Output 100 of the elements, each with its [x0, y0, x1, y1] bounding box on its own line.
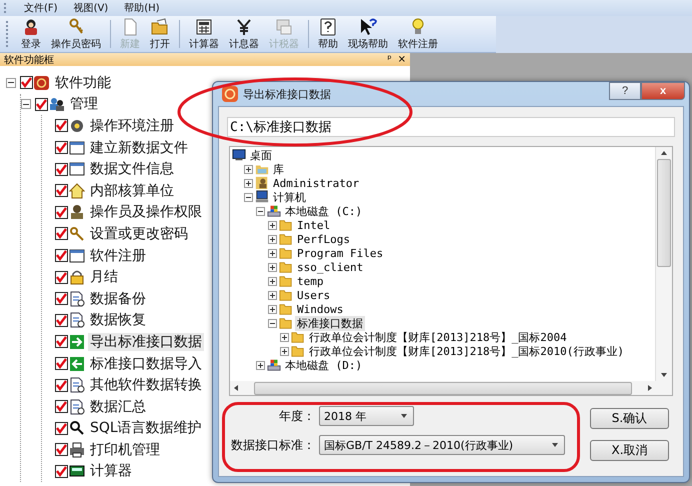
checkbox[interactable] [55, 292, 68, 306]
tree-item[interactable]: 标准接口数据导入 [88, 354, 204, 373]
checkbox[interactable] [55, 206, 68, 219]
folder-tree-item[interactable]: Administrator [271, 176, 362, 190]
help-button[interactable]: ? [609, 82, 641, 100]
folder-tree-item[interactable]: Program Files [295, 246, 386, 260]
checkbox[interactable] [55, 443, 68, 456]
tree-item[interactable]: 打印机管理 [88, 440, 162, 459]
tree-item[interactable]: SQL语言数据维护 [88, 419, 204, 438]
checkbox[interactable] [55, 184, 68, 198]
collapse-icon[interactable] [244, 192, 253, 202]
toolbar-button[interactable]: 计算器 [184, 18, 224, 50]
close-button[interactable]: x [641, 82, 685, 100]
expand-icon[interactable] [268, 290, 277, 300]
toolbar-button[interactable]: 登录 [16, 18, 46, 50]
checkbox[interactable] [55, 227, 68, 240]
folder-tree-item[interactable]: 桌面 [248, 148, 274, 162]
vertical-scrollbar[interactable] [655, 147, 672, 381]
folder-tree-item[interactable]: 本地磁盘 (D:) [283, 358, 364, 372]
standard-dropdown[interactable]: 国标GB/T 24589.2－2010(行政事业) [319, 435, 565, 455]
year-dropdown[interactable]: 2018 年 [319, 406, 414, 426]
expand-icon[interactable] [256, 360, 265, 370]
checkbox[interactable] [55, 400, 68, 414]
tree-item[interactable]: 其他软件数据转换 [88, 376, 204, 394]
expand-icon[interactable] [280, 332, 289, 342]
key-icon [67, 18, 85, 36]
tree-item[interactable]: 操作环境注册 [88, 116, 176, 135]
checkbox[interactable] [55, 270, 68, 284]
checkbox[interactable] [55, 357, 68, 370]
tree-item[interactable]: 软件功能 [53, 74, 113, 92]
expand-icon[interactable] [280, 346, 289, 356]
folder-tree-item[interactable]: 计算机 [271, 190, 308, 204]
pin-button[interactable]: ᵖ [387, 54, 392, 64]
tree-item[interactable]: 设置或更改密码 [88, 224, 190, 243]
folder-icon [291, 344, 305, 358]
tree-item[interactable]: 数据备份 [88, 290, 148, 308]
folder-icon [279, 288, 293, 302]
tree-item[interactable]: 计算器 [88, 462, 134, 480]
window-icon [69, 161, 85, 178]
checkbox[interactable] [35, 98, 48, 111]
checkbox[interactable] [55, 464, 68, 478]
folder-tree-item[interactable]: 标准接口数据 [295, 316, 365, 330]
checkbox[interactable] [20, 76, 33, 90]
checkbox[interactable] [55, 422, 68, 435]
horizontal-scrollbar[interactable] [230, 381, 672, 395]
folder-tree-item[interactable]: 本地磁盘 (C:) [283, 204, 364, 218]
collapse-icon[interactable] [6, 78, 16, 88]
menu-item[interactable]: 视图(V) [74, 1, 108, 15]
tree-item[interactable]: 软件注册 [88, 246, 148, 265]
checkbox[interactable] [55, 335, 68, 348]
expand-icon[interactable] [268, 220, 277, 230]
tree-item[interactable]: 导出标准接口数据 [88, 332, 204, 351]
toolbar-button[interactable]: 软件注册 [393, 18, 443, 50]
folder-tree-item[interactable]: 行政单位会计制度【财库[2013]218号】_国标2010(行政事业) [307, 344, 626, 358]
collapse-icon[interactable] [256, 206, 265, 216]
checkbox[interactable] [55, 378, 68, 392]
dialog-button[interactable]: S.确认 [590, 408, 669, 429]
expand-icon[interactable] [268, 262, 277, 272]
folder-tree-item[interactable]: 行政单位会计制度【财库[2013]218号】_国标2004 [307, 330, 569, 344]
folder-icon [279, 316, 293, 330]
checkbox[interactable] [55, 141, 68, 154]
checkbox[interactable] [55, 119, 68, 132]
checkbox[interactable] [55, 249, 68, 262]
expand-icon[interactable] [268, 234, 277, 244]
collapse-icon[interactable] [21, 99, 31, 110]
folder-tree-item[interactable]: Users [295, 288, 332, 302]
toolbar-button[interactable]: 帮助 [313, 18, 343, 50]
menu-item[interactable]: 文件(F) [24, 1, 58, 15]
toolbar-button[interactable]: 计息器 [224, 18, 264, 50]
expand-icon[interactable] [244, 178, 253, 188]
folder-tree-item[interactable]: Intel [295, 218, 332, 232]
tree-item[interactable]: 内部核算单位 [88, 182, 176, 200]
expand-icon[interactable] [268, 276, 277, 286]
expand-icon[interactable] [268, 304, 277, 314]
tree-item[interactable]: 月结 [88, 268, 120, 286]
collapse-icon[interactable] [268, 318, 277, 328]
folder-tree-item[interactable]: Windows [295, 302, 346, 316]
menu-item[interactable]: 帮助(H) [124, 1, 160, 15]
tree-item[interactable]: 建立新数据文件 [88, 138, 190, 157]
dialog-button[interactable]: X.取消 [590, 440, 669, 461]
path-field[interactable]: C:\标准接口数据 [227, 117, 675, 137]
expand-icon[interactable] [268, 248, 277, 258]
checkbox[interactable] [55, 162, 68, 176]
tree-item[interactable]: 管理 [68, 95, 100, 114]
folder-tree-item[interactable]: temp [295, 274, 326, 288]
expand-icon[interactable] [244, 164, 253, 174]
tree-item[interactable]: 操作员及操作权限 [88, 203, 204, 222]
toolbar-button[interactable]: 现场帮助 [343, 18, 393, 50]
folder-tree-item[interactable]: sso_client [295, 260, 366, 274]
checkbox[interactable] [55, 314, 68, 327]
toolbar-button[interactable]: 操作员密码 [46, 18, 106, 50]
folder-tree-item[interactable]: PerfLogs [295, 232, 352, 246]
year-label: 年度： [278, 408, 315, 424]
close-button[interactable]: × [398, 54, 406, 64]
tree-item[interactable]: 数据汇总 [88, 398, 148, 416]
folder-tree-item[interactable]: 库 [271, 162, 286, 176]
tree-item[interactable]: 数据恢复 [88, 311, 148, 330]
document-icon [69, 377, 85, 394]
tree-item[interactable]: 数据文件信息 [88, 160, 176, 178]
toolbar-button[interactable]: 打开 [145, 18, 175, 50]
